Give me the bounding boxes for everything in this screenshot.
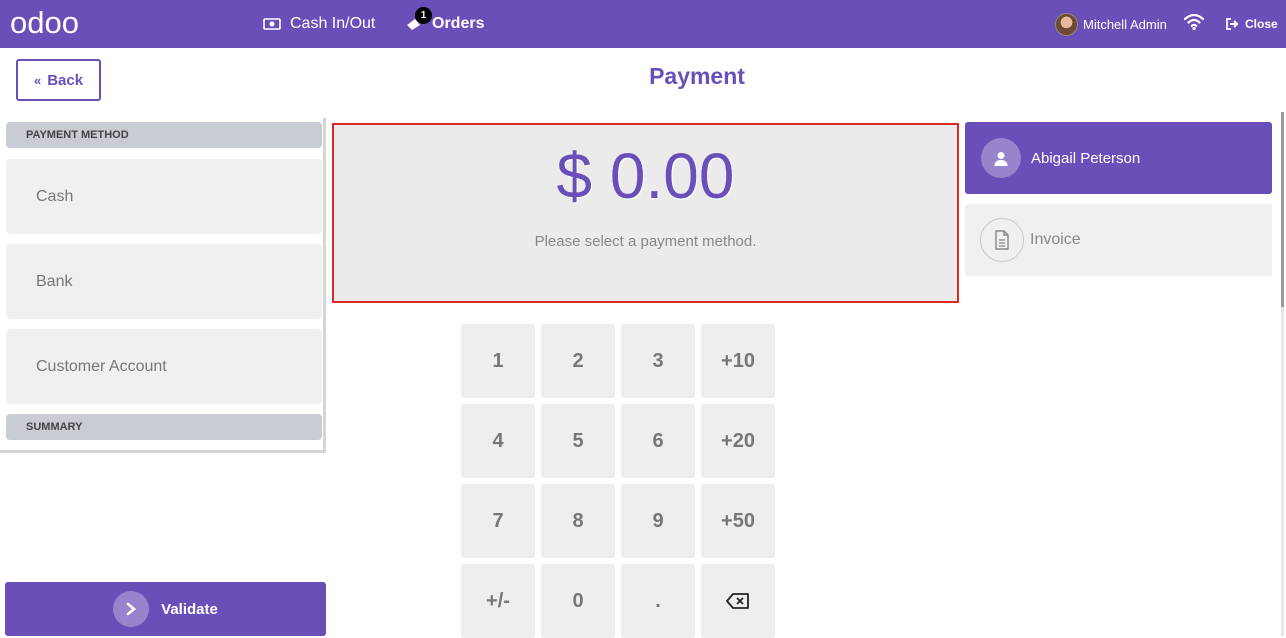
close-label: Close — [1245, 17, 1278, 31]
invoice-button[interactable]: Invoice — [965, 204, 1272, 276]
user-avatar — [1055, 12, 1078, 36]
ticket-icon: 1 — [405, 7, 432, 32]
svg-text:odoo: odoo — [10, 7, 79, 39]
total-amount: $ 0.00 — [556, 140, 735, 212]
wifi-icon — [1184, 13, 1204, 31]
validate-label: Validate — [161, 600, 218, 618]
double-chevron-left-icon: « — [33, 72, 42, 88]
numpad-key-2[interactable]: 2 — [541, 324, 615, 398]
numpad-key-decimal[interactable]: . — [621, 564, 695, 638]
payment-method-bank[interactable]: Bank — [6, 244, 322, 319]
numpad-key-0[interactable]: 0 — [541, 564, 615, 638]
payment-method-customer-account[interactable]: Customer Account — [6, 329, 322, 404]
numpad-key-6[interactable]: 6 — [621, 404, 695, 478]
scrollbar-thumb[interactable] — [1281, 112, 1284, 307]
chevron-right-icon — [113, 591, 150, 627]
payment-method-cash[interactable]: Cash — [6, 159, 322, 234]
numpad-key-backspace[interactable] — [701, 564, 775, 638]
document-icon — [980, 218, 1024, 262]
numpad-key-plus10[interactable]: +10 — [701, 324, 775, 398]
top-navbar: odoo Cash In/Out 1 Orders Mitchell Admin… — [0, 0, 1286, 48]
customer-button[interactable]: Abigail Peterson — [965, 122, 1272, 194]
cash-in-out-label: Cash In/Out — [290, 15, 376, 32]
user-name: Mitchell Admin — [1083, 16, 1167, 32]
sign-out-icon — [1226, 18, 1239, 30]
user-menu[interactable]: Mitchell Admin — [1055, 0, 1167, 48]
orders-label: Orders — [432, 15, 485, 32]
summary-header: SUMMARY — [6, 414, 322, 440]
payment-method-header: PAYMENT METHOD — [6, 122, 322, 148]
cash-in-out-button[interactable]: Cash In/Out — [263, 0, 375, 48]
numpad-key-3[interactable]: 3 — [621, 324, 695, 398]
customer-name: Abigail Peterson — [1031, 149, 1141, 167]
orders-button[interactable]: 1 Orders — [405, 0, 484, 48]
numpad-key-plus20[interactable]: +20 — [701, 404, 775, 478]
close-button[interactable]: Close — [1226, 0, 1278, 48]
odoo-logo: odoo — [10, 7, 79, 39]
validate-button[interactable]: Validate — [5, 582, 326, 636]
numpad-key-plus-minus[interactable]: +/- — [461, 564, 535, 638]
numpad-key-7[interactable]: 7 — [461, 484, 535, 558]
backspace-icon — [726, 593, 749, 609]
numpad-key-4[interactable]: 4 — [461, 404, 535, 478]
page-title: Payment — [649, 63, 745, 89]
numpad-key-5[interactable]: 5 — [541, 404, 615, 478]
back-label: Back — [47, 71, 84, 89]
payment-method-panel: PAYMENT METHOD Cash Bank Customer Accoun… — [0, 118, 326, 453]
payment-hint: Please select a payment method. — [534, 233, 757, 250]
invoice-label: Invoice — [1030, 231, 1081, 248]
numpad-key-plus50[interactable]: +50 — [701, 484, 775, 558]
numpad-key-9[interactable]: 9 — [621, 484, 695, 558]
orders-count-badge: 1 — [415, 7, 432, 24]
numpad-key-8[interactable]: 8 — [541, 484, 615, 558]
money-icon — [263, 17, 281, 31]
numpad-key-1[interactable]: 1 — [461, 324, 535, 398]
user-icon — [981, 138, 1021, 178]
back-button[interactable]: « Back — [16, 59, 101, 101]
payment-amount-display: $ 0.00 Please select a payment method. — [332, 123, 959, 303]
